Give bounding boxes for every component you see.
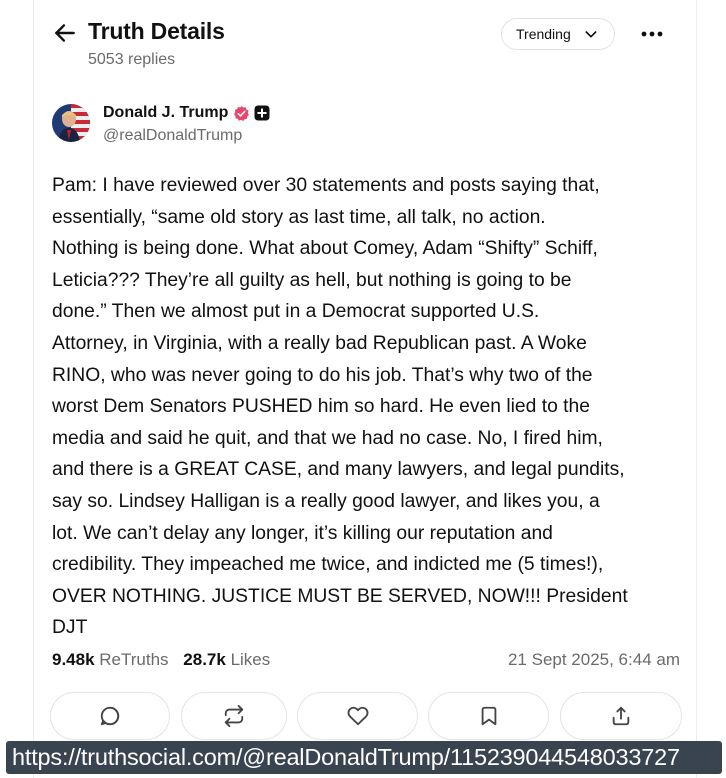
action-bar [50,692,682,740]
verified-badge-icon [234,105,250,121]
page-header: Truth Details 5053 replies Trending [52,18,686,78]
arrow-left-icon[interactable] [52,20,78,46]
url-overlay-text: https://truthsocial.com/@realDonaldTrump… [12,744,680,770]
reply-button[interactable] [50,692,170,740]
author-name-row: Donald J. Trump [103,104,270,122]
replies-count: 5053 replies [88,51,176,68]
bookmark-icon [481,706,496,726]
plus-badge-icon [254,105,270,121]
retruths-count: 9.48k [52,650,95,669]
share-icon [612,706,630,726]
post-text: Pam: I have reviewed over 30 statements … [52,175,628,639]
likes-stat[interactable]: 28.7k Likes [183,650,270,670]
author-name[interactable]: Donald J. Trump [103,104,228,122]
retruth-button[interactable] [181,692,287,740]
post-timestamp: 21 Sept 2025, 6:44 am [507,650,680,669]
retruth-icon [224,705,244,727]
page-title: Truth Details [88,18,225,44]
sort-dropdown[interactable]: Trending [501,18,615,50]
like-icon [347,706,368,726]
url-overlay: https://truthsocial.com/@realDonaldTrump… [6,741,722,774]
retruths-label: ReTruths [99,650,169,669]
retruths-stat[interactable]: 9.48k ReTruths [52,650,169,670]
likes-label: Likes [230,650,271,669]
like-button[interactable] [297,692,418,740]
post-stats: 9.48k ReTruths 28.7k Likes 21 Sept 2025,… [52,650,680,674]
more-horizontal-icon[interactable] [640,24,664,44]
sort-label: Trending [516,26,571,42]
avatar[interactable] [52,104,90,142]
likes-count: 28.7k [183,650,226,669]
chevron-down-icon [585,31,597,38]
author-handle[interactable]: @realDonaldTrump [103,127,242,145]
post-author: Donald J. Trump @realDonaldTrump [52,102,552,146]
bookmark-button[interactable] [428,692,549,740]
share-button[interactable] [560,692,682,740]
reply-icon [100,706,120,726]
